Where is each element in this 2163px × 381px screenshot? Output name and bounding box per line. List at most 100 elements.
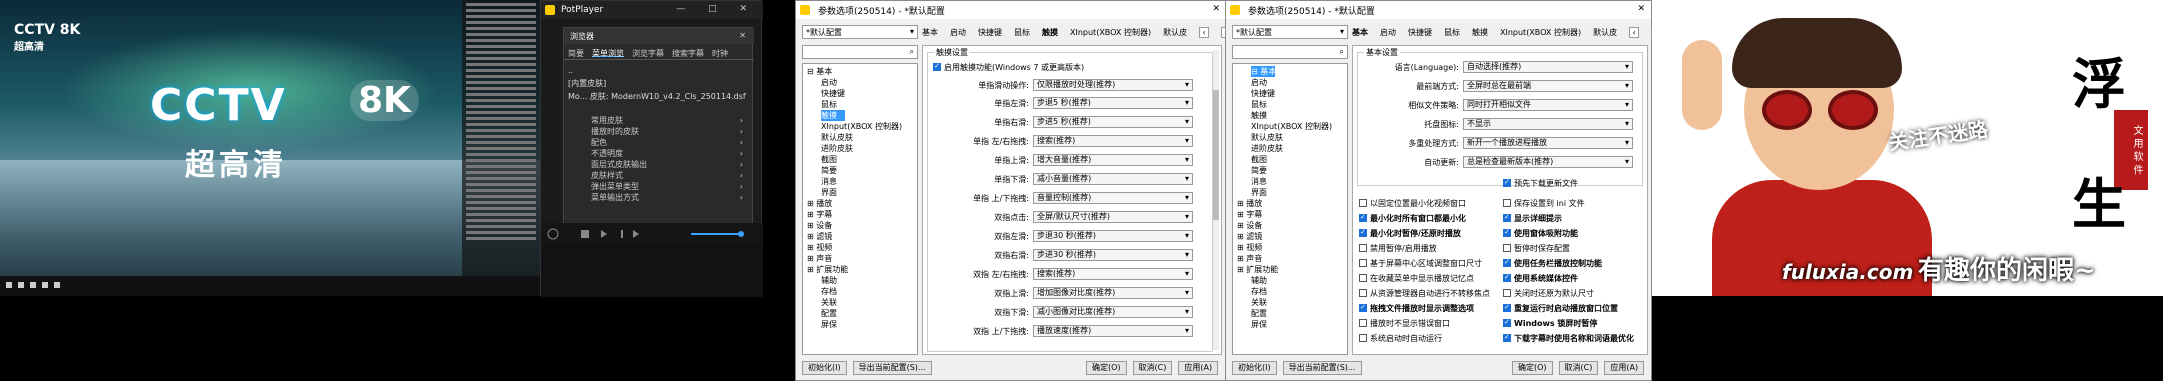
tree-node[interactable]: XInput(XBOX 控制器) [805, 121, 915, 132]
apply-button[interactable]: 应用(A) [1604, 361, 1645, 375]
option-checkbox[interactable]: 基于屏幕中心区域调整窗口尺寸 [1359, 256, 1482, 270]
menu-item[interactable]: 不透明度 › [587, 148, 747, 159]
init-button[interactable]: 初始化(I) [802, 361, 847, 375]
tree-node[interactable]: 辅助 [1235, 275, 1345, 286]
search-input[interactable]: ⌕ [802, 45, 918, 59]
menu-item[interactable]: 播放时的皮肤 › [587, 126, 747, 137]
next-icon[interactable] [42, 282, 48, 288]
menu-item[interactable]: 常用皮肤 › [587, 115, 747, 126]
enable-touch-checkbox[interactable]: 启用触摸功能(Windows 7 或更高版本) [933, 60, 1084, 74]
setting-row[interactable]: 最前端方式: 全屏时总在最前端 ▾ [1363, 79, 1633, 93]
file-list[interactable]: .. [内置皮肤] Mo... 皮肤: ModernW10_v4.2_Cls_2… [568, 64, 750, 103]
tab-startup[interactable]: 启动 [950, 27, 966, 41]
stop-icon[interactable] [18, 282, 24, 288]
preset-select[interactable]: *默认配置 ▾ [1232, 25, 1348, 39]
tree-node[interactable]: 截图 [1235, 154, 1345, 165]
setting-row[interactable]: 双指右滑: 步进30 秒(推荐) ▾ [933, 248, 1193, 262]
setting-row[interactable]: 单指上滑: 增大音量(推荐) ▾ [933, 153, 1193, 167]
close-icon[interactable]: ✕ [739, 31, 746, 40]
tree-node[interactable]: 启动 [1235, 77, 1345, 88]
tree-node[interactable]: 启动 [805, 77, 915, 88]
option-checkbox[interactable]: 从资源管理器自动进行不转移焦点 [1359, 286, 1490, 300]
setting-row[interactable]: 单指右滑: 步进5 秒(推荐) ▾ [933, 115, 1193, 129]
search-input[interactable]: ⌕ [1232, 45, 1348, 59]
video-frame[interactable]: CCTV 8K 超高清 CCTV 8K 超高清 [0, 0, 540, 296]
tree-node[interactable]: 简要 [805, 165, 915, 176]
tab-brief[interactable]: 简要 [568, 48, 584, 58]
tab-touch[interactable]: 触摸 [1472, 27, 1488, 41]
play-icon[interactable] [6, 282, 12, 288]
option-checkbox[interactable]: 拖拽文件播放时显示调整选项 [1359, 301, 1474, 315]
dialog-left-buttons[interactable]: 初始化(I) 导出当前配置(S)... [1232, 361, 1362, 377]
menu-item[interactable]: 配色 › [587, 137, 747, 148]
setting-row[interactable]: 双指 上/下拖拽: 播放速度(推荐) ▾ [933, 324, 1193, 338]
tree-node[interactable]: ⊞ 滤镜 [805, 231, 915, 242]
setting-row[interactable]: 多重处理方式: 新开一个播放进程播放 ▾ [1363, 136, 1633, 150]
option-checkbox[interactable]: 重复运行时启动播放窗口位置 [1503, 301, 1618, 315]
tab-xinput[interactable]: XInput(XBOX 控制器) [1070, 27, 1151, 41]
tree-node[interactable]: 触摸 [1235, 110, 1345, 121]
tab-basic[interactable]: 基本 [1352, 27, 1368, 41]
tab-browse-subs[interactable]: 浏览字幕 [632, 48, 664, 58]
tree-node[interactable]: 鼠标 [805, 99, 915, 110]
tab-hotkeys[interactable]: 快捷键 [978, 27, 1002, 41]
tree-node[interactable]: 消息 [805, 176, 915, 187]
context-menu[interactable]: 常用皮肤 › 播放时的皮肤 › 配色 › 不透明度 › 面层式皮肤输出 › 皮肤样式 › 弹… [587, 115, 747, 203]
option-checkbox[interactable]: 下载字幕时使用名称和词语最优化 [1503, 331, 1634, 345]
cancel-button[interactable]: 取消(C) [1558, 361, 1599, 375]
ok-button[interactable]: 确定(O) [1086, 361, 1127, 375]
dialog-left-buttons[interactable]: 初始化(I) 导出当前配置(S)... [802, 361, 932, 377]
tree-node[interactable]: 鼠标 [1235, 99, 1345, 110]
option-checkbox[interactable]: 使用任务栏播放控制功能 [1503, 256, 1602, 270]
preload-checkbox[interactable]: 预先下载更新文件 [1503, 176, 1578, 190]
tree-node[interactable]: 默认皮肤 [805, 132, 915, 143]
list-item[interactable]: .. [568, 64, 750, 77]
potplayer-window[interactable]: PotPlayer — □ ✕ 浏览器 ✕ 简要 菜单浏览 浏览字幕 搜索字幕 … [540, 0, 763, 297]
tree-node[interactable]: 关联 [1235, 297, 1345, 308]
option-checkbox[interactable]: 使用系统媒体控件 [1503, 271, 1578, 285]
setting-row[interactable]: 自动更新: 总是检查最新版本(推荐) ▾ [1363, 155, 1633, 169]
menu-item[interactable]: 皮肤样式 › [587, 170, 747, 181]
option-checkbox[interactable]: 禁用暂停/启用播放 [1359, 241, 1437, 255]
tree-node[interactable]: 屏保 [1235, 319, 1345, 330]
single-touch-row[interactable]: 单指滑动操作: 仅限播放时处理(推荐) ▾ [933, 78, 1203, 92]
tab-strip[interactable]: 基本 启动 快捷键 鼠标 触摸 XInput(XBOX 控制器) 默认皮 ‹ › [922, 27, 1232, 41]
tab-search-subs[interactable]: 搜索字幕 [672, 48, 704, 58]
setting-row[interactable]: 托盘图标: 不显示 ▾ [1363, 117, 1633, 131]
init-button[interactable]: 初始化(I) [1232, 361, 1277, 375]
tab-basic[interactable]: 基本 [922, 27, 938, 41]
setting-row[interactable]: 双指上滑: 增加图像对比度(推荐) ▾ [933, 286, 1193, 300]
scrollbar[interactable] [1213, 50, 1219, 350]
tree-node[interactable]: 消息 [1235, 176, 1345, 187]
tree-node[interactable]: ⊞ 视频 [1235, 242, 1345, 253]
playlist-panel[interactable] [462, 0, 540, 296]
tree-node[interactable]: 触摸 [821, 110, 845, 121]
tree-node[interactable]: ⊞ 播放 [1235, 198, 1345, 209]
potplayer-logo-icon[interactable] [545, 5, 555, 15]
menu-item[interactable]: 菜单输出方式 › [587, 192, 747, 203]
tree-node[interactable]: 进阶皮肤 [1235, 143, 1345, 154]
list-item[interactable]: [内置皮肤] [568, 77, 750, 90]
prev-icon[interactable] [30, 282, 36, 288]
tree-node[interactable]: ⊞ 设备 [1235, 220, 1345, 231]
menu-item[interactable]: 弹出菜单类型 › [587, 181, 747, 192]
tab-default-skin[interactable]: 默认皮 [1593, 27, 1617, 41]
tree-node[interactable]: 截图 [805, 154, 915, 165]
tab-default-skin[interactable]: 默认皮 [1163, 27, 1187, 41]
export-button[interactable]: 导出当前配置(S)... [852, 361, 932, 375]
cancel-button[interactable]: 取消(C) [1132, 361, 1173, 375]
setting-row[interactable]: 相似文件策略: 同时打开相似文件 ▾ [1363, 98, 1633, 112]
tree-node[interactable]: ⊟ 基本 [805, 66, 915, 77]
tree-node[interactable]: 进阶皮肤 [805, 143, 915, 154]
setting-row[interactable]: 单指下滑: 减小音量(推荐) ▾ [933, 172, 1193, 186]
option-checkbox[interactable]: 在收藏菜单中显示播放记忆点 [1359, 271, 1474, 285]
tab-hotkeys[interactable]: 快捷键 [1408, 27, 1432, 41]
tree-node[interactable]: ⊞ 声音 [805, 253, 915, 264]
browser-tabs[interactable]: 简要 菜单浏览 浏览字幕 搜索字幕 时钟 [564, 46, 754, 60]
tree-node[interactable]: ⊞ 字幕 [805, 209, 915, 220]
tree-node[interactable]: 默认皮肤 [1235, 132, 1345, 143]
tree-node[interactable]: ⊞ 字幕 [1235, 209, 1345, 220]
setting-row[interactable]: 语言(Language): 自动选择(推荐) ▾ [1363, 60, 1633, 74]
tree-node[interactable]: 快捷键 [1235, 88, 1345, 99]
setting-row[interactable]: 单指 左/右拖拽: 搜索(推荐) ▾ [933, 134, 1193, 148]
